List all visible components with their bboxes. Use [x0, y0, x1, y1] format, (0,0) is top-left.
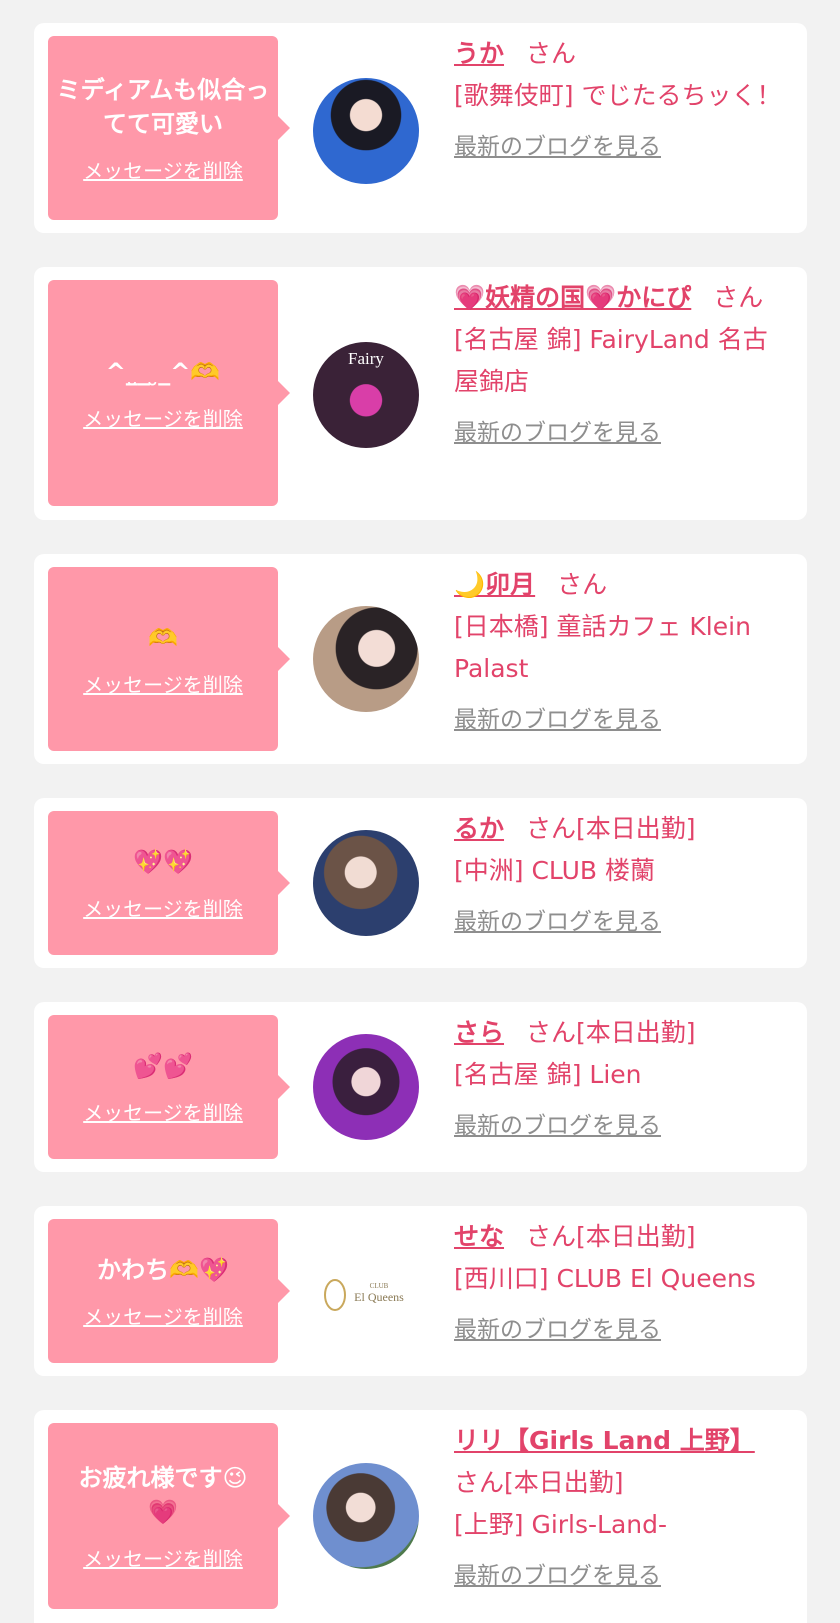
honorific: さん[本日出勤]	[526, 1018, 696, 1047]
avatar[interactable]	[313, 1463, 419, 1569]
cast-info: うか さん [歌舞伎町] でじたるちッく！ 最新のブログを見る	[454, 33, 784, 161]
message-card: 💕💕 メッセージを削除 さら さん[本日出勤] [名古屋 錦] Lien 最新のブ…	[34, 1002, 807, 1172]
message-text: 🫶	[148, 623, 178, 652]
fairy-logo-image: Fairy	[348, 349, 384, 368]
cast-name-link[interactable]: うか	[454, 39, 504, 68]
message-text: ^_̮_ ̮_^🫶	[105, 357, 221, 386]
honorific: さん[本日出勤]	[526, 1222, 696, 1251]
shop-name: [日本橋] 童話カフェ Klein Palast	[454, 612, 751, 683]
message-card: ミディアムも似合ってて可愛い メッセージを削除 うか さん [歌舞伎町] でじたる…	[34, 23, 807, 233]
honorific: さん[本日出勤]	[526, 814, 696, 843]
latest-blog-link[interactable]: 最新のブログを見る	[454, 1310, 784, 1344]
message-text: 💖💖	[133, 847, 193, 876]
message-text: お疲れ様です😉💗	[78, 1463, 248, 1526]
delete-message-link[interactable]: メッセージを削除	[83, 403, 243, 432]
delete-message-link[interactable]: メッセージを削除	[83, 155, 243, 184]
cast-name-link[interactable]: さら	[454, 1018, 504, 1047]
avatar[interactable]	[313, 830, 419, 936]
message-card: 🫶 メッセージを削除 🌙卯月 さん [日本橋] 童話カフェ Klein Palas…	[34, 554, 807, 764]
cast-info: 💗妖精の国💗かにぴ さん [名古屋 錦] FairyLand 名古屋錦店 最新のブ…	[454, 277, 784, 447]
cast-name-link[interactable]: 🌙卯月	[454, 570, 535, 599]
delete-message-link[interactable]: メッセージを削除	[83, 669, 243, 698]
cast-info: リリ【Girls Land 上野】 さん[本日出勤] [上野] Girls-Lan…	[454, 1420, 784, 1590]
latest-blog-link[interactable]: 最新のブログを見る	[454, 1556, 784, 1590]
shop-name: [名古屋 錦] FairyLand 名古屋錦店	[454, 325, 768, 396]
message-bubble: ミディアムも似合ってて可愛い メッセージを削除	[48, 36, 290, 220]
cast-info: せな さん[本日出勤] [西川口] CLUB El Queens 最新のブログを見…	[454, 1216, 784, 1344]
latest-blog-link[interactable]: 最新のブログを見る	[454, 902, 784, 936]
shop-logo[interactable]: CLUB El Queens	[313, 1238, 419, 1344]
avatar[interactable]	[313, 606, 419, 712]
logo-club-text: CLUB	[370, 1282, 389, 1290]
message-bubble: ^_̮_ ̮_^🫶 メッセージを削除	[48, 280, 290, 506]
message-bubble: 🫶 メッセージを削除	[48, 567, 290, 751]
message-card: ^_̮_ ̮_^🫶 メッセージを削除 Fairy 💗妖精の国💗かにぴ さん [名古…	[34, 267, 807, 520]
shop-name: [上野] Girls-Land-	[454, 1510, 668, 1539]
cast-name-link[interactable]: るか	[454, 814, 504, 843]
el-queens-logo-image: CLUB El Queens	[324, 1279, 404, 1311]
latest-blog-link[interactable]: 最新のブログを見る	[454, 1106, 784, 1140]
message-card: 💖💖 メッセージを削除 るか さん[本日出勤] [中洲] CLUB 楼蘭 最新のブ…	[34, 798, 807, 968]
logo-el-queens-text: El Queens	[354, 1290, 404, 1304]
message-text: かわち🫶💖	[97, 1255, 229, 1284]
honorific: さん	[526, 39, 577, 68]
message-bubble: 💕💕 メッセージを削除	[48, 1015, 290, 1159]
latest-blog-link[interactable]: 最新のブログを見る	[454, 413, 784, 447]
message-bubble: お疲れ様です😉💗 メッセージを削除	[48, 1423, 290, 1609]
message-list: ミディアムも似合ってて可愛い メッセージを削除 うか さん [歌舞伎町] でじたる…	[0, 0, 840, 1623]
delete-message-link[interactable]: メッセージを削除	[83, 893, 243, 922]
cast-info: さら さん[本日出勤] [名古屋 錦] Lien 最新のブログを見る	[454, 1012, 784, 1140]
shop-name: [名古屋 錦] Lien	[454, 1060, 642, 1089]
cast-info: 🌙卯月 さん [日本橋] 童話カフェ Klein Palast 最新のブログを見る	[454, 564, 784, 734]
delete-message-link[interactable]: メッセージを削除	[83, 1543, 243, 1572]
avatar[interactable]	[313, 78, 419, 184]
message-bubble: 💖💖 メッセージを削除	[48, 811, 290, 955]
cast-name-link[interactable]: せな	[454, 1222, 504, 1251]
avatar[interactable]: Fairy	[313, 342, 419, 448]
delete-message-link[interactable]: メッセージを削除	[83, 1097, 243, 1126]
message-text: ミディアムも似合ってて可愛い	[56, 75, 270, 138]
honorific: さん	[713, 283, 764, 312]
shop-name: [中洲] CLUB 楼蘭	[454, 856, 655, 885]
cast-info: るか さん[本日出勤] [中洲] CLUB 楼蘭 最新のブログを見る	[454, 808, 784, 936]
latest-blog-link[interactable]: 最新のブログを見る	[454, 700, 784, 734]
fairy-logo-text: Fairy	[348, 349, 384, 368]
cast-name-link[interactable]: リリ【Girls Land 上野】	[454, 1426, 755, 1455]
honorific: さん	[557, 570, 608, 599]
message-bubble: かわち🫶💖 メッセージを削除	[48, 1219, 290, 1363]
honorific: さん[本日出勤]	[454, 1468, 624, 1497]
shop-name: [西川口] CLUB El Queens	[454, 1264, 756, 1293]
shop-name: [歌舞伎町] でじたるちッく！	[454, 81, 782, 110]
message-text: 💕💕	[133, 1051, 193, 1080]
cast-name-link[interactable]: 💗妖精の国💗かにぴ	[454, 283, 691, 312]
latest-blog-link[interactable]: 最新のブログを見る	[454, 127, 784, 161]
message-card: お疲れ様です😉💗 メッセージを削除 リリ【Girls Land 上野】 さん[本日…	[34, 1410, 807, 1623]
avatar[interactable]	[313, 1034, 419, 1140]
message-card: かわち🫶💖 メッセージを削除 CLUB El Queens せな さん[本日出勤]…	[34, 1206, 807, 1376]
delete-message-link[interactable]: メッセージを削除	[83, 1301, 243, 1330]
